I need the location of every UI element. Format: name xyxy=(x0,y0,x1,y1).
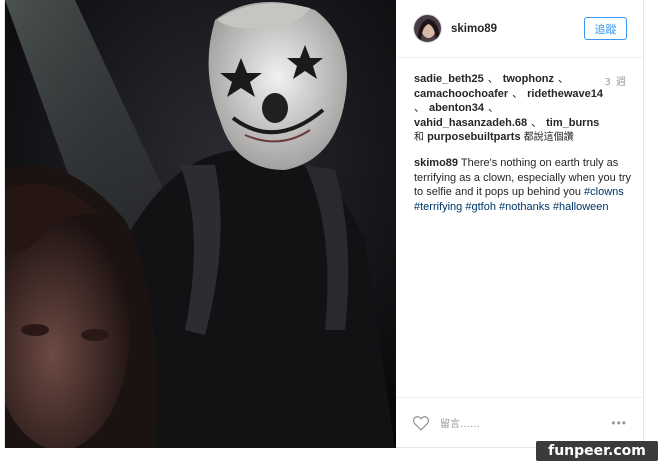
avatar[interactable] xyxy=(413,14,442,43)
heart-outline-icon[interactable] xyxy=(412,415,430,431)
instagram-post: skimo89 追蹤 3 週 sadie_beth25、 twophonz 、cam… xyxy=(4,0,644,448)
follow-button[interactable]: 追蹤 xyxy=(584,17,627,40)
caption-username[interactable]: skimo89 xyxy=(414,157,458,169)
liker-name[interactable]: abenton34 xyxy=(429,102,484,114)
hashtag-link[interactable]: #clowns xyxy=(584,186,624,198)
separator: 、 xyxy=(488,102,500,114)
post-footer: 留言…… ••• xyxy=(396,397,643,447)
hashtag-link[interactable]: #nothanks xyxy=(499,201,550,213)
hashtag-link[interactable]: #terrifying xyxy=(414,201,462,213)
author-username[interactable]: skimo89 xyxy=(451,23,497,35)
hashtag-link[interactable]: #halloween xyxy=(553,201,609,213)
clown-selfie-image xyxy=(5,0,396,448)
likes-conjunction: 和 xyxy=(414,132,424,143)
liker-name[interactable]: purposebuiltparts xyxy=(427,131,521,143)
liker-name[interactable]: ridethewave14 xyxy=(527,88,603,100)
comment-input[interactable]: 留言…… xyxy=(440,415,480,430)
liker-name[interactable]: twophonz xyxy=(503,73,554,85)
likes-suffix: 都說這個讚 xyxy=(523,132,574,143)
liker-name[interactable]: camachoochoafer xyxy=(414,88,508,100)
watermark: funpeer.com xyxy=(536,441,658,461)
liker-name[interactable]: vahid_hasanzadeh.68 xyxy=(414,117,527,129)
post-timestamp[interactable]: 3 週 xyxy=(604,73,627,88)
post-sidebar: skimo89 追蹤 3 週 sadie_beth25、 twophonz 、cam… xyxy=(396,0,643,447)
separator: 、 xyxy=(414,102,425,114)
liker-name[interactable]: tim_burns xyxy=(546,117,599,129)
liker-name[interactable]: sadie_beth25 xyxy=(414,73,484,85)
separator: 、 xyxy=(558,73,570,85)
likes-summary: sadie_beth25、 twophonz 、camachoochoafer、 ri… xyxy=(414,72,606,146)
avatar-photo-icon xyxy=(414,15,441,42)
separator: 、 xyxy=(487,73,499,85)
post-header: skimo89 追蹤 xyxy=(396,0,643,58)
hashtag-link[interactable]: #gtfoh xyxy=(465,201,496,213)
separator: 、 xyxy=(531,116,543,129)
separator: 、 xyxy=(512,87,524,100)
post-caption: skimo89 There's nothing on earth truly a… xyxy=(414,156,636,214)
more-options-button[interactable]: ••• xyxy=(611,416,627,430)
post-photo[interactable] xyxy=(5,0,396,448)
